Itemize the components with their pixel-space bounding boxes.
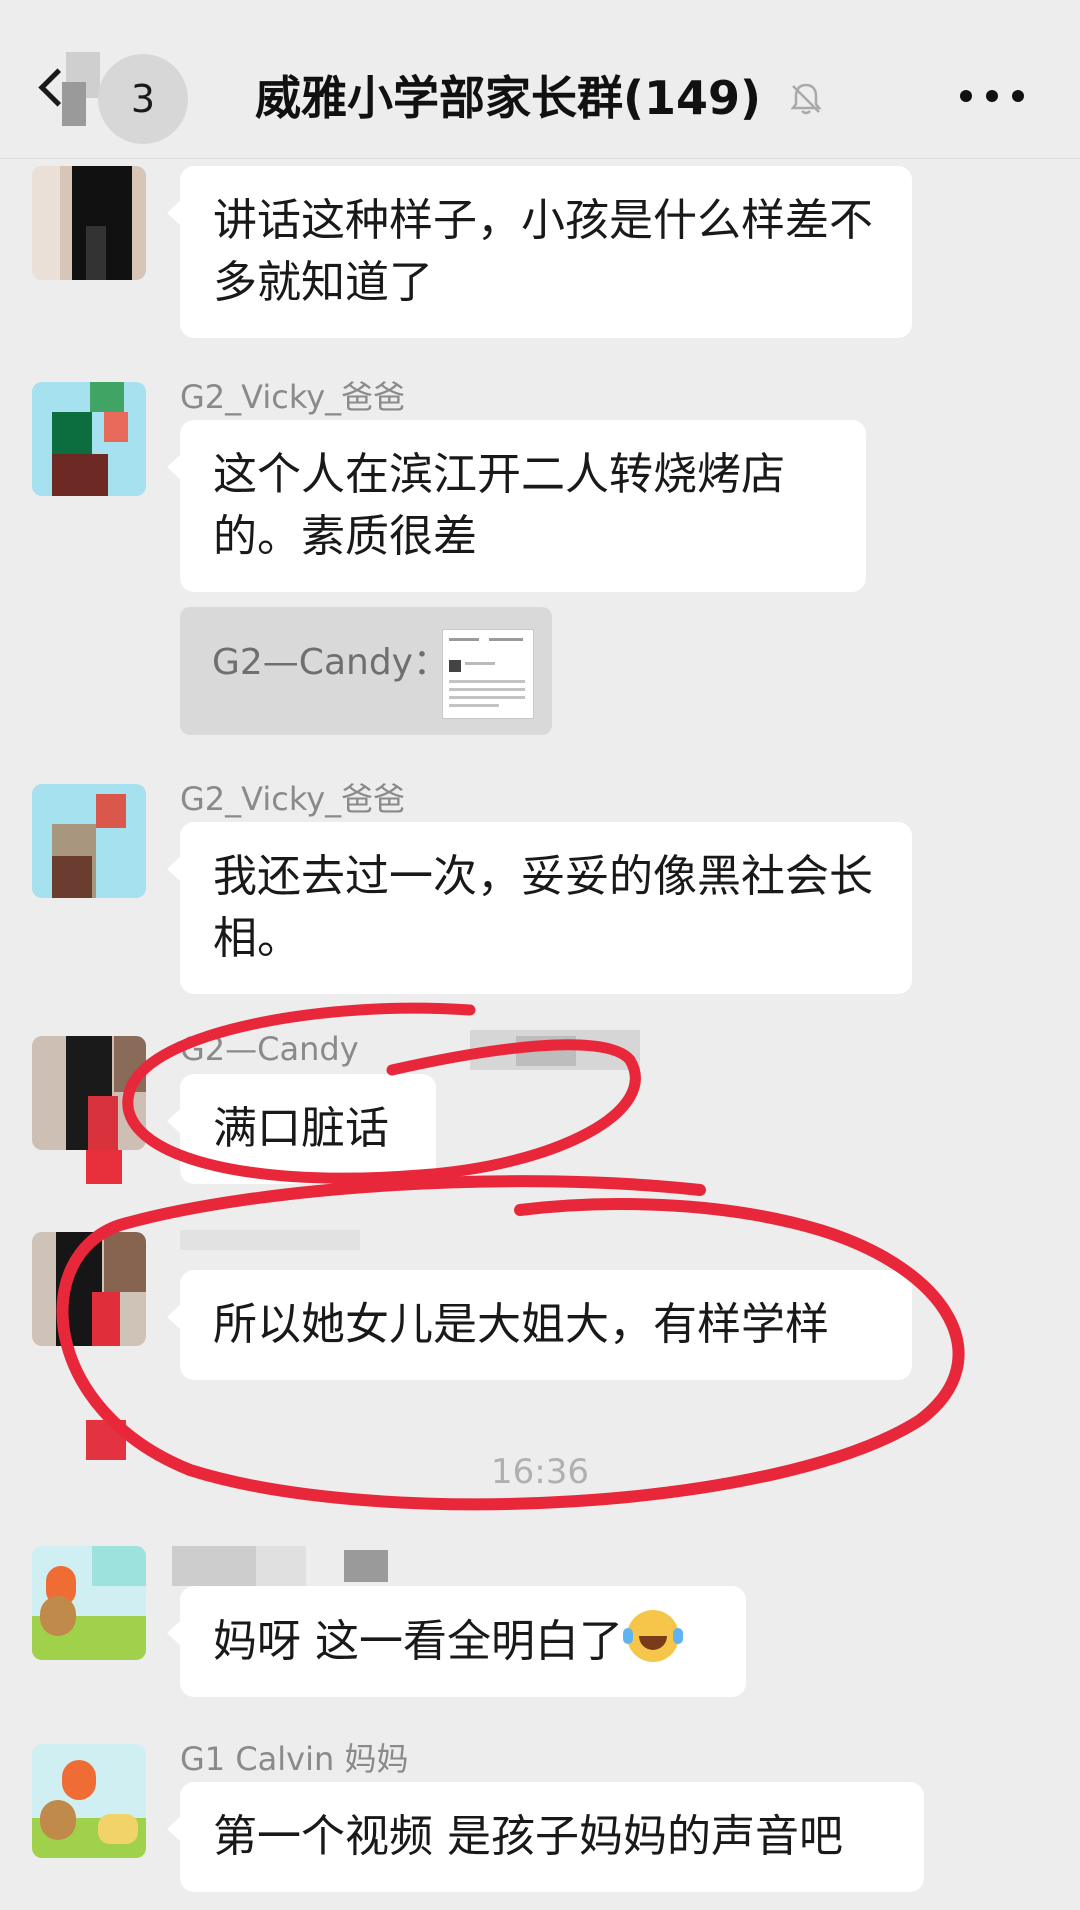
message-bubble[interactable]: 我还去过一次，妥妥的像黑社会长相。 — [167, 822, 912, 994]
chat-title: 威雅小学部家长群(149) — [0, 62, 1080, 129]
message-text: 妈呀 这一看全明白了 — [213, 1616, 623, 1667]
pixelated-patch — [180, 1230, 360, 1250]
pixelated-patch — [172, 1546, 256, 1586]
more-options-button[interactable] — [952, 70, 1032, 120]
message-text: 第一个视频 是孩子妈妈的声音吧 — [213, 1811, 843, 1862]
pixelated-patch — [344, 1550, 388, 1582]
message-bubble[interactable]: 第一个视频 是孩子妈妈的声音吧 — [167, 1782, 924, 1892]
quote-thumbnail — [442, 629, 534, 719]
chat-header: 3 威雅小学部家长群(149) — [0, 0, 1080, 159]
more-dots-icon-dot — [986, 90, 998, 102]
message-bubble[interactable]: 满口脏话 — [167, 1074, 436, 1184]
more-dots-icon — [960, 90, 972, 102]
message-text: 我还去过一次，妥妥的像黑社会长相。 — [213, 851, 873, 964]
sender-name: G1 Calvin 妈妈 — [180, 1740, 409, 1778]
message-bubble[interactable]: 所以她女儿是大姐大，有样学样 — [167, 1270, 912, 1380]
message-text: 这个人在滨江开二人转烧烤店的。素质很差 — [213, 449, 785, 562]
bell-slash-icon — [787, 75, 825, 129]
message-item: G2_Vicky_爸爸 我还去过一次，妥妥的像黑社会长相。 — [0, 772, 1080, 1002]
pixelated-patch — [516, 1036, 576, 1066]
message-item: G2—Candy 满口脏话 — [0, 1030, 1080, 1200]
more-dots-icon-dot — [1012, 90, 1024, 102]
quoted-message[interactable]: G2—Candy： — [180, 607, 552, 735]
avatar[interactable] — [32, 1232, 146, 1346]
pixelated-patch — [256, 1546, 306, 1586]
message-text: 满口脏话 — [213, 1103, 389, 1154]
message-text: 所以她女儿是大姐大，有样学样 — [213, 1299, 829, 1350]
avatar[interactable] — [32, 382, 146, 496]
chat-title-text: 威雅小学部家长群(149) — [254, 71, 762, 125]
message-item: 讲话这种样子，小孩是什么样差不多就知道了 — [0, 150, 1080, 340]
timestamp: 16:36 — [491, 1452, 589, 1492]
message-item: G2_Vicky_爸爸 这个人在滨江开二人转烧烤店的。素质很差 G2—Candy… — [0, 370, 1080, 750]
face-with-tears-of-joy-icon — [623, 1610, 679, 1662]
message-item: G1 Calvin 妈妈 第一个视频 是孩子妈妈的声音吧 — [0, 1732, 1080, 1910]
message-text: 讲话这种样子，小孩是什么样差不多就知道了 — [213, 195, 873, 308]
avatar[interactable] — [32, 166, 146, 280]
message-bubble[interactable]: 妈呀 这一看全明白了 — [167, 1586, 746, 1697]
sender-name: G2_Vicky_爸爸 — [180, 378, 406, 416]
avatar[interactable] — [32, 784, 146, 898]
avatar[interactable] — [32, 1744, 146, 1858]
message-bubble[interactable]: 讲话这种样子，小孩是什么样差不多就知道了 — [167, 166, 912, 338]
message-item: 所以她女儿是大姐大，有样学样 — [0, 1230, 1080, 1460]
avatar[interactable] — [32, 1036, 146, 1150]
sender-name: G2—Candy — [180, 1030, 359, 1068]
sender-name: G2_Vicky_爸爸 — [180, 780, 406, 818]
avatar[interactable] — [32, 1546, 146, 1660]
pixelated-patch — [86, 1150, 122, 1184]
message-bubble[interactable]: 这个人在滨江开二人转烧烤店的。素质很差 — [167, 420, 866, 592]
quote-label: G2—Candy： — [212, 642, 449, 683]
message-item: 妈呀 这一看全明白了 — [0, 1540, 1080, 1720]
